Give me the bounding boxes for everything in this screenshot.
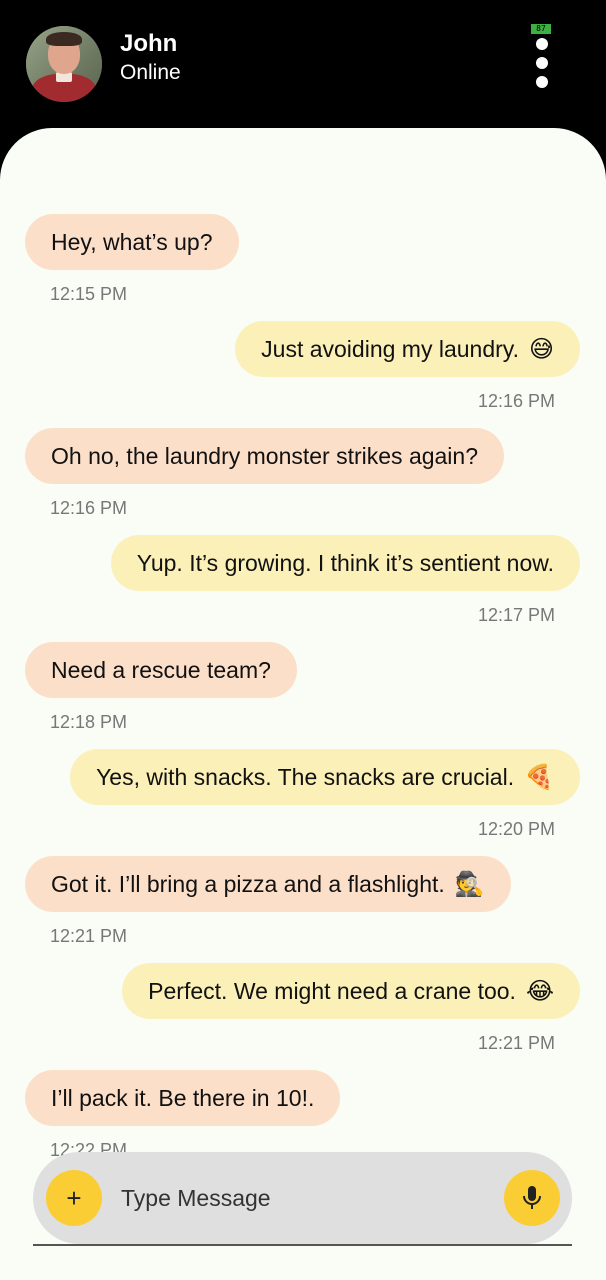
- message-bubble-incoming[interactable]: I’ll pack it. Be there in 10!.: [25, 1070, 341, 1126]
- message-bubble-incoming[interactable]: Need a rescue team?: [25, 642, 297, 698]
- contact-avatar[interactable]: [26, 26, 102, 102]
- message-text: Yes, with snacks. The snacks are crucial…: [96, 763, 515, 790]
- message-input[interactable]: [121, 1178, 481, 1218]
- contact-name[interactable]: John: [120, 30, 177, 58]
- message-timestamp: 12:16 PM: [477, 391, 555, 411]
- pizza-emoji-icon: 🍕: [524, 763, 554, 791]
- message-list[interactable]: Hey, what’s up? 12:15 PM Just avoiding m…: [0, 128, 606, 1280]
- contact-status: Online: [120, 61, 181, 84]
- detective-emoji-icon: 🕵: [454, 870, 485, 898]
- voice-record-button[interactable]: [504, 1170, 560, 1226]
- message-timestamp: 12:16 PM: [50, 498, 128, 518]
- message-timestamp: 12:15 PM: [50, 284, 128, 304]
- chat-area[interactable]: Hey, what’s up? 12:15 PM Just avoiding m…: [0, 128, 606, 1280]
- plus-icon: +: [66, 1182, 82, 1213]
- message-timestamp: 12:17 PM: [477, 605, 555, 625]
- message-text: Just avoiding my laundry.: [261, 335, 519, 362]
- battery-indicator: 87: [531, 24, 551, 34]
- message-text: Yup. It’s growing. I think it’s sentient…: [136, 549, 554, 576]
- message-bubble-outgoing[interactable]: Just avoiding my laundry. 😅: [235, 321, 580, 377]
- vertical-dots-icon: [536, 38, 548, 50]
- message-timestamp: 12:21 PM: [50, 926, 128, 946]
- message-bubble-outgoing[interactable]: Perfect. We might need a crane too. 😂: [122, 963, 580, 1019]
- message-composer: +: [33, 1152, 572, 1244]
- message-text: Oh no, the laundry monster strikes again…: [51, 442, 479, 469]
- message-bubble-incoming[interactable]: Hey, what’s up?: [25, 214, 239, 270]
- message-timestamp: 12:20 PM: [477, 819, 555, 839]
- message-timestamp: 12:18 PM: [50, 712, 128, 732]
- microphone-icon: [523, 1186, 541, 1209]
- message-text: Need a rescue team?: [51, 656, 271, 683]
- more-options-button[interactable]: [528, 38, 556, 94]
- laughing-tears-emoji-icon: 😂: [525, 977, 554, 1005]
- grinning-sweat-emoji-icon: 😅: [528, 335, 554, 363]
- message-text: I’ll pack it. Be there in 10!.: [51, 1084, 315, 1111]
- message-bubble-incoming[interactable]: Got it. I’ll bring a pizza and a flashli…: [25, 856, 511, 912]
- composer-divider: [33, 1244, 572, 1246]
- message-text: Perfect. We might need a crane too.: [148, 977, 516, 1004]
- message-timestamp: 12:21 PM: [477, 1033, 555, 1053]
- message-text: Got it. I’ll bring a pizza and a flashli…: [51, 870, 445, 897]
- message-text: Hey, what’s up?: [51, 228, 213, 255]
- attach-button[interactable]: +: [46, 1170, 102, 1226]
- message-bubble-outgoing[interactable]: Yes, with snacks. The snacks are crucial…: [70, 749, 580, 805]
- message-bubble-outgoing[interactable]: Yup. It’s growing. I think it’s sentient…: [110, 535, 580, 591]
- message-bubble-incoming[interactable]: Oh no, the laundry monster strikes again…: [25, 428, 505, 484]
- chat-header: John Online 87: [0, 0, 606, 140]
